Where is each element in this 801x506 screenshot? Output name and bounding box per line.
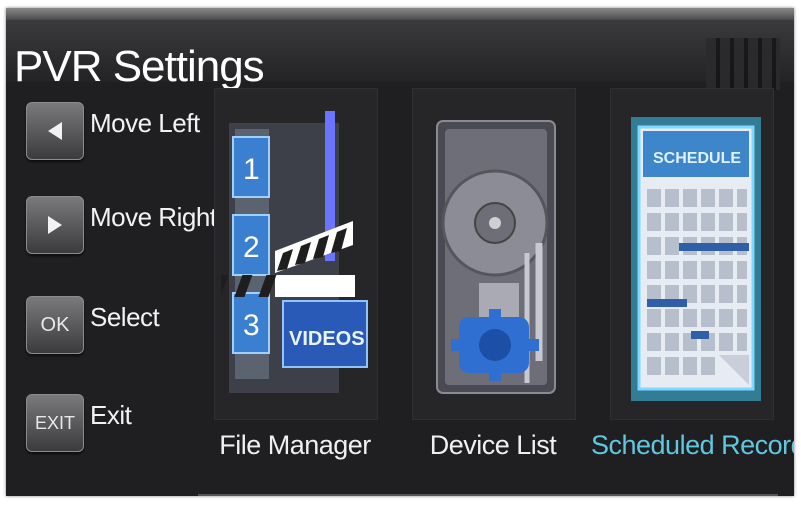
page-title: PVR Settings [14,42,265,91]
hint-label-move-left: Move Left [90,108,200,138]
hint-label-exit: Exit [90,400,132,430]
pvr-settings-screen: PVR Settings Move Left Move Right OK Sel… [6,8,794,496]
hint-label-move-right: Move Right [90,202,217,232]
menu-label-file-manager: File Manager [219,430,371,460]
videos-banner-text: VIDEOS [289,328,365,350]
left-arrow-key-button[interactable] [26,102,84,160]
file-number-1: 1 [243,153,260,186]
right-arrow-icon [48,216,62,234]
right-arrow-key-button[interactable] [26,196,84,254]
menu-label-device-list: Device List [429,430,557,460]
ok-key-button[interactable]: OK [26,296,84,354]
title-bar: PVR Settings [6,20,794,91]
decorative-bars [706,38,780,90]
schedule-calendar-icon: SCHEDULE [631,117,761,401]
menu-item-file-manager[interactable]: 1 2 3 VIDEOS [214,88,378,420]
schedule-header-text: SCHEDULE [653,150,741,167]
exit-key-button[interactable]: EXIT [26,394,84,452]
hint-label-select: Select [90,302,160,332]
menu-item-scheduled-record[interactable]: SCHEDULE [610,88,774,420]
menu-label-scheduled-record: Scheduled Record [591,430,794,460]
top-strip [6,8,794,20]
hard-drive-icon [436,120,556,394]
bottom-divider [198,494,778,496]
left-arrow-icon [48,122,62,140]
file-number-2: 2 [243,231,260,264]
videos-film-icon: 1 2 3 VIDEOS [221,111,368,393]
menu-item-device-list[interactable] [412,88,576,420]
file-number-3: 3 [243,309,260,342]
